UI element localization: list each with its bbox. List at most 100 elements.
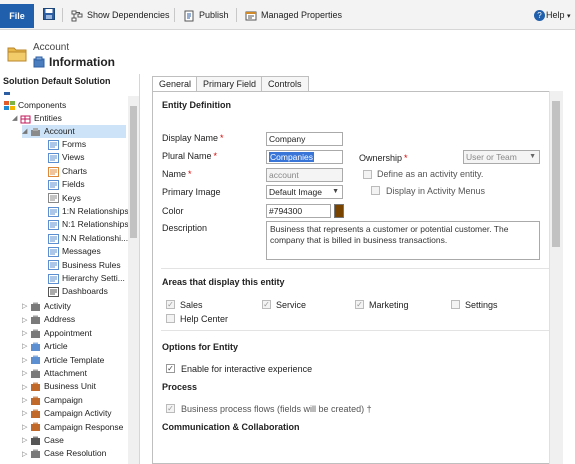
tree-account-child-label: Dashboards xyxy=(62,286,108,297)
ribbon-toolbar: File Show Dependencies Publish Managed P… xyxy=(0,0,575,30)
business-process-flows-checkbox[interactable]: ✓ xyxy=(166,404,175,413)
display-name-label: Display Name * xyxy=(162,133,224,143)
entity-item-icon xyxy=(30,422,41,432)
plural-name-field[interactable]: Companies xyxy=(266,150,343,164)
ownership-select[interactable]: User or Team ▼ xyxy=(463,150,540,164)
tree-account-child-label: N:N Relationshi... xyxy=(62,232,129,243)
tree-entity-item[interactable]: ▷ Appointment xyxy=(22,327,92,340)
tree-account-child[interactable]: 1:N Relationships xyxy=(48,205,129,218)
required-indicator: * xyxy=(220,133,224,143)
collapsed-arrow-icon[interactable]: ▷ xyxy=(22,367,30,380)
required-indicator: * xyxy=(188,169,192,179)
tree-entities[interactable]: ◢ Entities xyxy=(12,112,62,125)
tab-general[interactable]: General xyxy=(152,76,199,91)
tree-account-child[interactable]: Forms xyxy=(48,138,86,151)
tree-entity-item[interactable]: ▷ Attachment xyxy=(22,367,87,380)
area-checkbox[interactable]: ✓ xyxy=(355,300,364,309)
tree-account-child[interactable]: Views xyxy=(48,151,85,164)
tree-entity-item[interactable]: ▷ Case xyxy=(22,434,64,447)
tree-entity-item[interactable]: ▷ Campaign Response xyxy=(22,421,123,434)
collapsed-arrow-icon[interactable]: ▷ xyxy=(22,394,30,407)
collapsed-arrow-icon[interactable]: ▷ xyxy=(22,314,30,327)
tab-controls[interactable]: Controls xyxy=(261,76,309,91)
tab-primary-field[interactable]: Primary Field xyxy=(196,76,264,91)
tree-entity-label: Appointment xyxy=(44,327,92,338)
interactive-experience-checkbox[interactable]: ✓ xyxy=(166,364,175,373)
tree-entity-item[interactable]: ▷ Campaign xyxy=(22,394,83,407)
chevron-down-icon: ▼ xyxy=(332,188,339,195)
area-checkbox[interactable]: ✓ xyxy=(166,300,175,309)
area-label: Sales xyxy=(180,300,203,310)
tree-entity-item[interactable]: ▷ Article xyxy=(22,340,68,353)
tree-account-child-label: Keys xyxy=(62,192,81,203)
collapsed-arrow-icon[interactable]: ▷ xyxy=(22,448,30,461)
tree-account-child[interactable]: Messages xyxy=(48,245,101,258)
area-label: Marketing xyxy=(369,300,409,310)
tree-account-child[interactable]: Dashboards xyxy=(48,285,108,298)
tree-entity-item[interactable]: ▷ Business Unit xyxy=(22,380,96,393)
color-swatch[interactable] xyxy=(334,204,344,218)
area-checkbox[interactable]: ✓ xyxy=(262,300,271,309)
managed-properties-button[interactable]: Managed Properties xyxy=(245,8,342,22)
entity-definition-heading: Entity Definition xyxy=(162,100,231,110)
entity-item-icon xyxy=(30,369,41,379)
tree-account-child[interactable]: Fields xyxy=(48,178,85,191)
area-label: Help Center xyxy=(180,314,229,324)
help-button[interactable]: ? Help ▾ xyxy=(534,8,571,22)
primary-image-value: Default Image xyxy=(269,187,322,197)
areas-heading: Areas that display this entity xyxy=(162,277,285,287)
name-text: Name xyxy=(162,169,187,179)
collapsed-arrow-icon[interactable]: ▷ xyxy=(22,381,30,394)
collapsed-arrow-icon[interactable]: ▷ xyxy=(22,300,30,313)
tree-account-child[interactable]: Keys xyxy=(48,192,81,205)
section-divider xyxy=(161,268,549,269)
tree-entity-item[interactable]: ▷ Article Template xyxy=(22,354,104,367)
tree-components[interactable]: Components xyxy=(4,99,66,112)
content-scrollbar-thumb[interactable] xyxy=(552,101,560,247)
tree-account[interactable]: ◢ Account xyxy=(22,125,126,138)
show-dependencies-button[interactable]: Show Dependencies xyxy=(71,8,170,22)
collapsed-arrow-icon[interactable]: ▷ xyxy=(22,407,30,420)
tree-account-child[interactable]: N:1 Relationships xyxy=(48,218,129,231)
area-checkbox[interactable] xyxy=(451,300,460,309)
plural-name-label: Plural Name * xyxy=(162,151,217,161)
activity-menus-checkbox[interactable] xyxy=(371,186,380,195)
tree-account-child[interactable]: Business Rules xyxy=(48,259,121,272)
components-icon xyxy=(4,100,15,111)
color-field[interactable]: #794300 xyxy=(266,204,331,218)
description-textarea[interactable]: Business that represents a customer or p… xyxy=(266,221,540,260)
define-activity-checkbox[interactable] xyxy=(363,170,372,179)
primary-image-select[interactable]: Default Image ▼ xyxy=(266,185,343,199)
chevron-down-icon: ▼ xyxy=(529,153,536,160)
tree-entity-item[interactable]: ▷ Activity xyxy=(22,300,71,313)
save-icon[interactable] xyxy=(43,8,55,22)
entity-item-icon xyxy=(30,382,41,392)
collapsed-arrow-icon[interactable]: ▷ xyxy=(22,354,30,367)
collapsed-arrow-icon[interactable]: ▷ xyxy=(22,421,30,434)
collapsed-arrow-icon[interactable]: ▷ xyxy=(22,434,30,447)
entity-item-icon xyxy=(30,342,41,352)
managed-properties-label: Managed Properties xyxy=(261,10,343,20)
collapsed-arrow-icon[interactable]: ▷ xyxy=(22,327,30,340)
name-field[interactable]: account xyxy=(266,168,343,182)
sidebar-scrollbar-thumb[interactable] xyxy=(130,106,137,238)
publish-icon xyxy=(183,10,195,22)
collapsed-arrow-icon[interactable]: ▷ xyxy=(22,340,30,353)
file-button[interactable]: File xyxy=(0,4,34,28)
publish-button[interactable]: Publish xyxy=(183,8,229,22)
tree-entity-item[interactable]: ▷ Address xyxy=(22,313,75,326)
tree-account-child[interactable]: Hierarchy Setti... xyxy=(48,272,125,285)
tree-entity-item[interactable]: ▷ Case Resolution xyxy=(22,447,106,460)
process-heading: Process xyxy=(162,382,198,392)
solution-tree-sidebar: Solution Default Solution Components ◢ E… xyxy=(0,74,140,464)
display-name-field[interactable]: Company xyxy=(266,132,343,146)
toolbar-separator xyxy=(174,8,175,22)
area-checkbox[interactable] xyxy=(166,314,175,323)
tree-account-child[interactable]: N:N Relationshi... xyxy=(48,232,128,245)
tree-account-child[interactable]: Charts xyxy=(48,165,87,178)
section-divider xyxy=(161,330,549,331)
account-icon xyxy=(30,127,41,137)
ownership-text: Ownership xyxy=(359,153,403,163)
tree-entity-item[interactable]: ▷ Campaign Activity xyxy=(22,407,112,420)
tree-entity-label: Attachment xyxy=(44,368,87,378)
